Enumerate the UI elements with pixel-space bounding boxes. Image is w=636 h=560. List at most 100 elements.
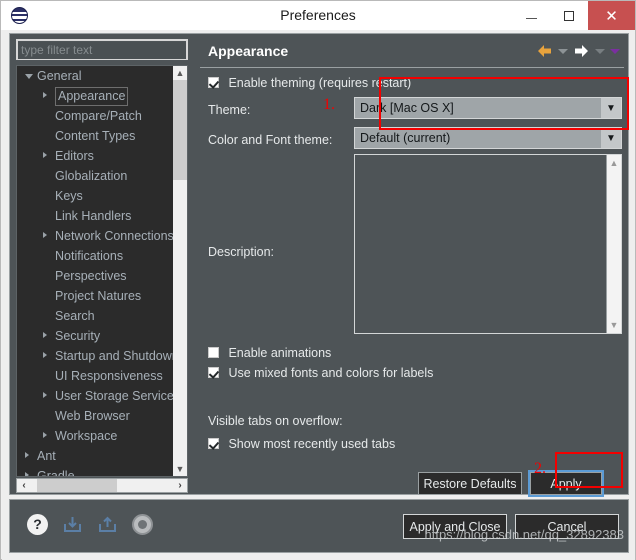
tree-horizontal-scrollbar[interactable]: ‹ › (16, 478, 188, 493)
enable-theming-row[interactable]: Enable theming (requires restart) (208, 74, 411, 92)
apply-label: Apply (550, 476, 582, 491)
show-mru-tabs-row[interactable]: Show most recently used tabs (208, 435, 395, 453)
sidebar-item-user-storage-service[interactable]: User Storage Service (17, 386, 174, 406)
view-menu-chevron-down-icon[interactable] (610, 48, 620, 54)
hscrollbar-thumb[interactable] (37, 479, 117, 492)
dialog-body: General Appearance Compare/Patch Content Ty… (2, 30, 635, 560)
theme-select[interactable]: Dark [Mac OS X] ▼ (354, 97, 622, 119)
restore-defaults-button[interactable]: Restore Defaults (418, 472, 522, 495)
visible-tabs-label: Visible tabs on overflow: (208, 414, 343, 428)
sidebar-item-label: Compare/Patch (55, 109, 142, 123)
minimize-button[interactable] (512, 1, 550, 30)
sidebar-item-label: Project Natures (55, 289, 142, 303)
scroll-left-icon[interactable]: ‹ (17, 479, 31, 492)
sidebar-item-ui-responsiveness[interactable]: UI Responsiveness (17, 366, 174, 386)
help-icon[interactable]: ? (27, 514, 48, 535)
scroll-down-icon[interactable]: ▼ (607, 318, 621, 332)
forward-chevron-down-icon[interactable] (595, 48, 605, 54)
sidebar-item-label: Globalization (55, 169, 128, 183)
sidebar-item-security[interactable]: Security (17, 326, 174, 346)
filter-field-wrapper (16, 39, 188, 60)
forward-arrow-icon[interactable] (573, 43, 590, 59)
chevron-right-icon[interactable] (43, 432, 47, 438)
sidebar-item-label: Keys (55, 189, 83, 203)
sidebar-item-project-natures[interactable]: Project Natures (17, 286, 174, 306)
sidebar-item-gradle[interactable]: Gradle (17, 466, 174, 476)
enable-theming-checkbox[interactable] (208, 77, 219, 88)
sidebar-item-perspectives[interactable]: Perspectives (17, 266, 174, 286)
chevron-right-icon[interactable] (43, 332, 47, 338)
enable-theming-label: Enable theming (requires restart) (228, 76, 412, 90)
description-textarea[interactable]: ▲ ▼ (354, 154, 622, 334)
sidebar-item-globalization[interactable]: Globalization (17, 166, 174, 186)
mixed-fonts-row[interactable]: Use mixed fonts and colors for labels (208, 364, 433, 382)
sidebar-item-editors[interactable]: Editors (17, 146, 174, 166)
restore-defaults-label: Restore Defaults (423, 476, 517, 491)
theme-label: Theme: (208, 103, 251, 117)
sidebar-item-label: Search (55, 309, 95, 323)
theme-value: Dark [Mac OS X] (360, 101, 454, 115)
watermark-text: https://blog.csdn.net/qq_32892383 (424, 527, 625, 542)
preferences-dialog: Preferences ✕ General Appearance Compare/P… (0, 0, 636, 560)
sidebar-item-label: Appearance (55, 87, 129, 106)
color-font-theme-select[interactable]: Default (current) ▼ (354, 127, 622, 149)
preferences-tree[interactable]: General Appearance Compare/Patch Content Ty… (16, 65, 188, 477)
sidebar-item-label: Web Browser (55, 409, 130, 423)
sidebar-item-ant[interactable]: Ant (17, 446, 174, 466)
scroll-right-icon[interactable]: › (173, 479, 187, 492)
sidebar-item-label: General (37, 69, 82, 83)
page-title: Appearance (208, 43, 289, 59)
back-arrow-icon[interactable] (536, 43, 553, 59)
enable-animations-checkbox[interactable] (208, 347, 219, 358)
sidebar-item-general[interactable]: General (17, 66, 174, 86)
mixed-fonts-checkbox[interactable] (208, 367, 219, 378)
chevron-right-icon[interactable] (43, 92, 47, 98)
scrollbar-thumb[interactable] (173, 80, 187, 180)
back-chevron-down-icon[interactable] (558, 48, 568, 54)
maximize-button[interactable] (550, 1, 588, 30)
chevron-down-icon[interactable]: ▼ (601, 128, 621, 148)
chevron-down-icon[interactable]: ▼ (601, 98, 621, 118)
show-mru-tabs-label: Show most recently used tabs (228, 437, 396, 451)
chevron-right-icon[interactable] (43, 152, 47, 158)
sidebar-item-content-types[interactable]: Content Types (17, 126, 174, 146)
sidebar-item-network-connections[interactable]: Network Connections (17, 226, 174, 246)
search-input[interactable] (18, 41, 186, 59)
sidebar-item-keys[interactable]: Keys (17, 186, 174, 206)
sidebar-item-notifications[interactable]: Notifications (17, 246, 174, 266)
tree-vertical-scrollbar[interactable]: ▲ ▼ (173, 66, 187, 476)
sidebar-item-link-handlers[interactable]: Link Handlers (17, 206, 174, 226)
chevron-down-icon[interactable] (25, 74, 33, 79)
chevron-right-icon[interactable] (25, 452, 29, 458)
sidebar-item-compare-patch[interactable]: Compare/Patch (17, 106, 174, 126)
sidebar-item-search[interactable]: Search (17, 306, 174, 326)
export-icon[interactable] (97, 514, 118, 535)
preferences-tree-pane: General Appearance Compare/Patch Content Ty… (10, 34, 195, 494)
sidebar-item-appearance[interactable]: Appearance (17, 86, 174, 106)
scroll-down-icon[interactable]: ▼ (173, 462, 187, 476)
circle-icon[interactable] (132, 514, 153, 535)
sidebar-item-workspace[interactable]: Workspace (17, 426, 174, 446)
enable-animations-row[interactable]: Enable animations (208, 344, 331, 362)
sidebar-item-label: Security (55, 329, 101, 343)
show-mru-tabs-checkbox[interactable] (208, 438, 219, 449)
sidebar-item-startup-and-shutdown[interactable]: Startup and Shutdown (17, 346, 174, 366)
chevron-right-icon[interactable] (43, 392, 47, 398)
sidebar-item-label: Startup and Shutdown (55, 349, 174, 363)
sidebar-item-web-browser[interactable]: Web Browser (17, 406, 174, 426)
import-icon[interactable] (62, 514, 83, 535)
chevron-right-icon[interactable] (43, 352, 47, 358)
scroll-up-icon[interactable]: ▲ (173, 66, 187, 80)
footer-icon-group: ? (27, 514, 153, 535)
page-header: Appearance (200, 38, 624, 68)
chevron-right-icon[interactable] (43, 232, 47, 238)
preference-page-pane: Appearance Enable theming (requires rest… (196, 34, 628, 497)
sidebar-item-label: Workspace (55, 429, 118, 443)
description-scrollbar[interactable]: ▲ ▼ (606, 155, 621, 333)
description-label: Description: (208, 245, 274, 259)
sidebar-item-label: UI Responsiveness (55, 369, 163, 383)
title-bar: Preferences ✕ (1, 1, 635, 30)
chevron-right-icon[interactable] (25, 472, 29, 476)
close-button[interactable]: ✕ (588, 1, 635, 30)
scroll-up-icon[interactable]: ▲ (607, 156, 621, 170)
